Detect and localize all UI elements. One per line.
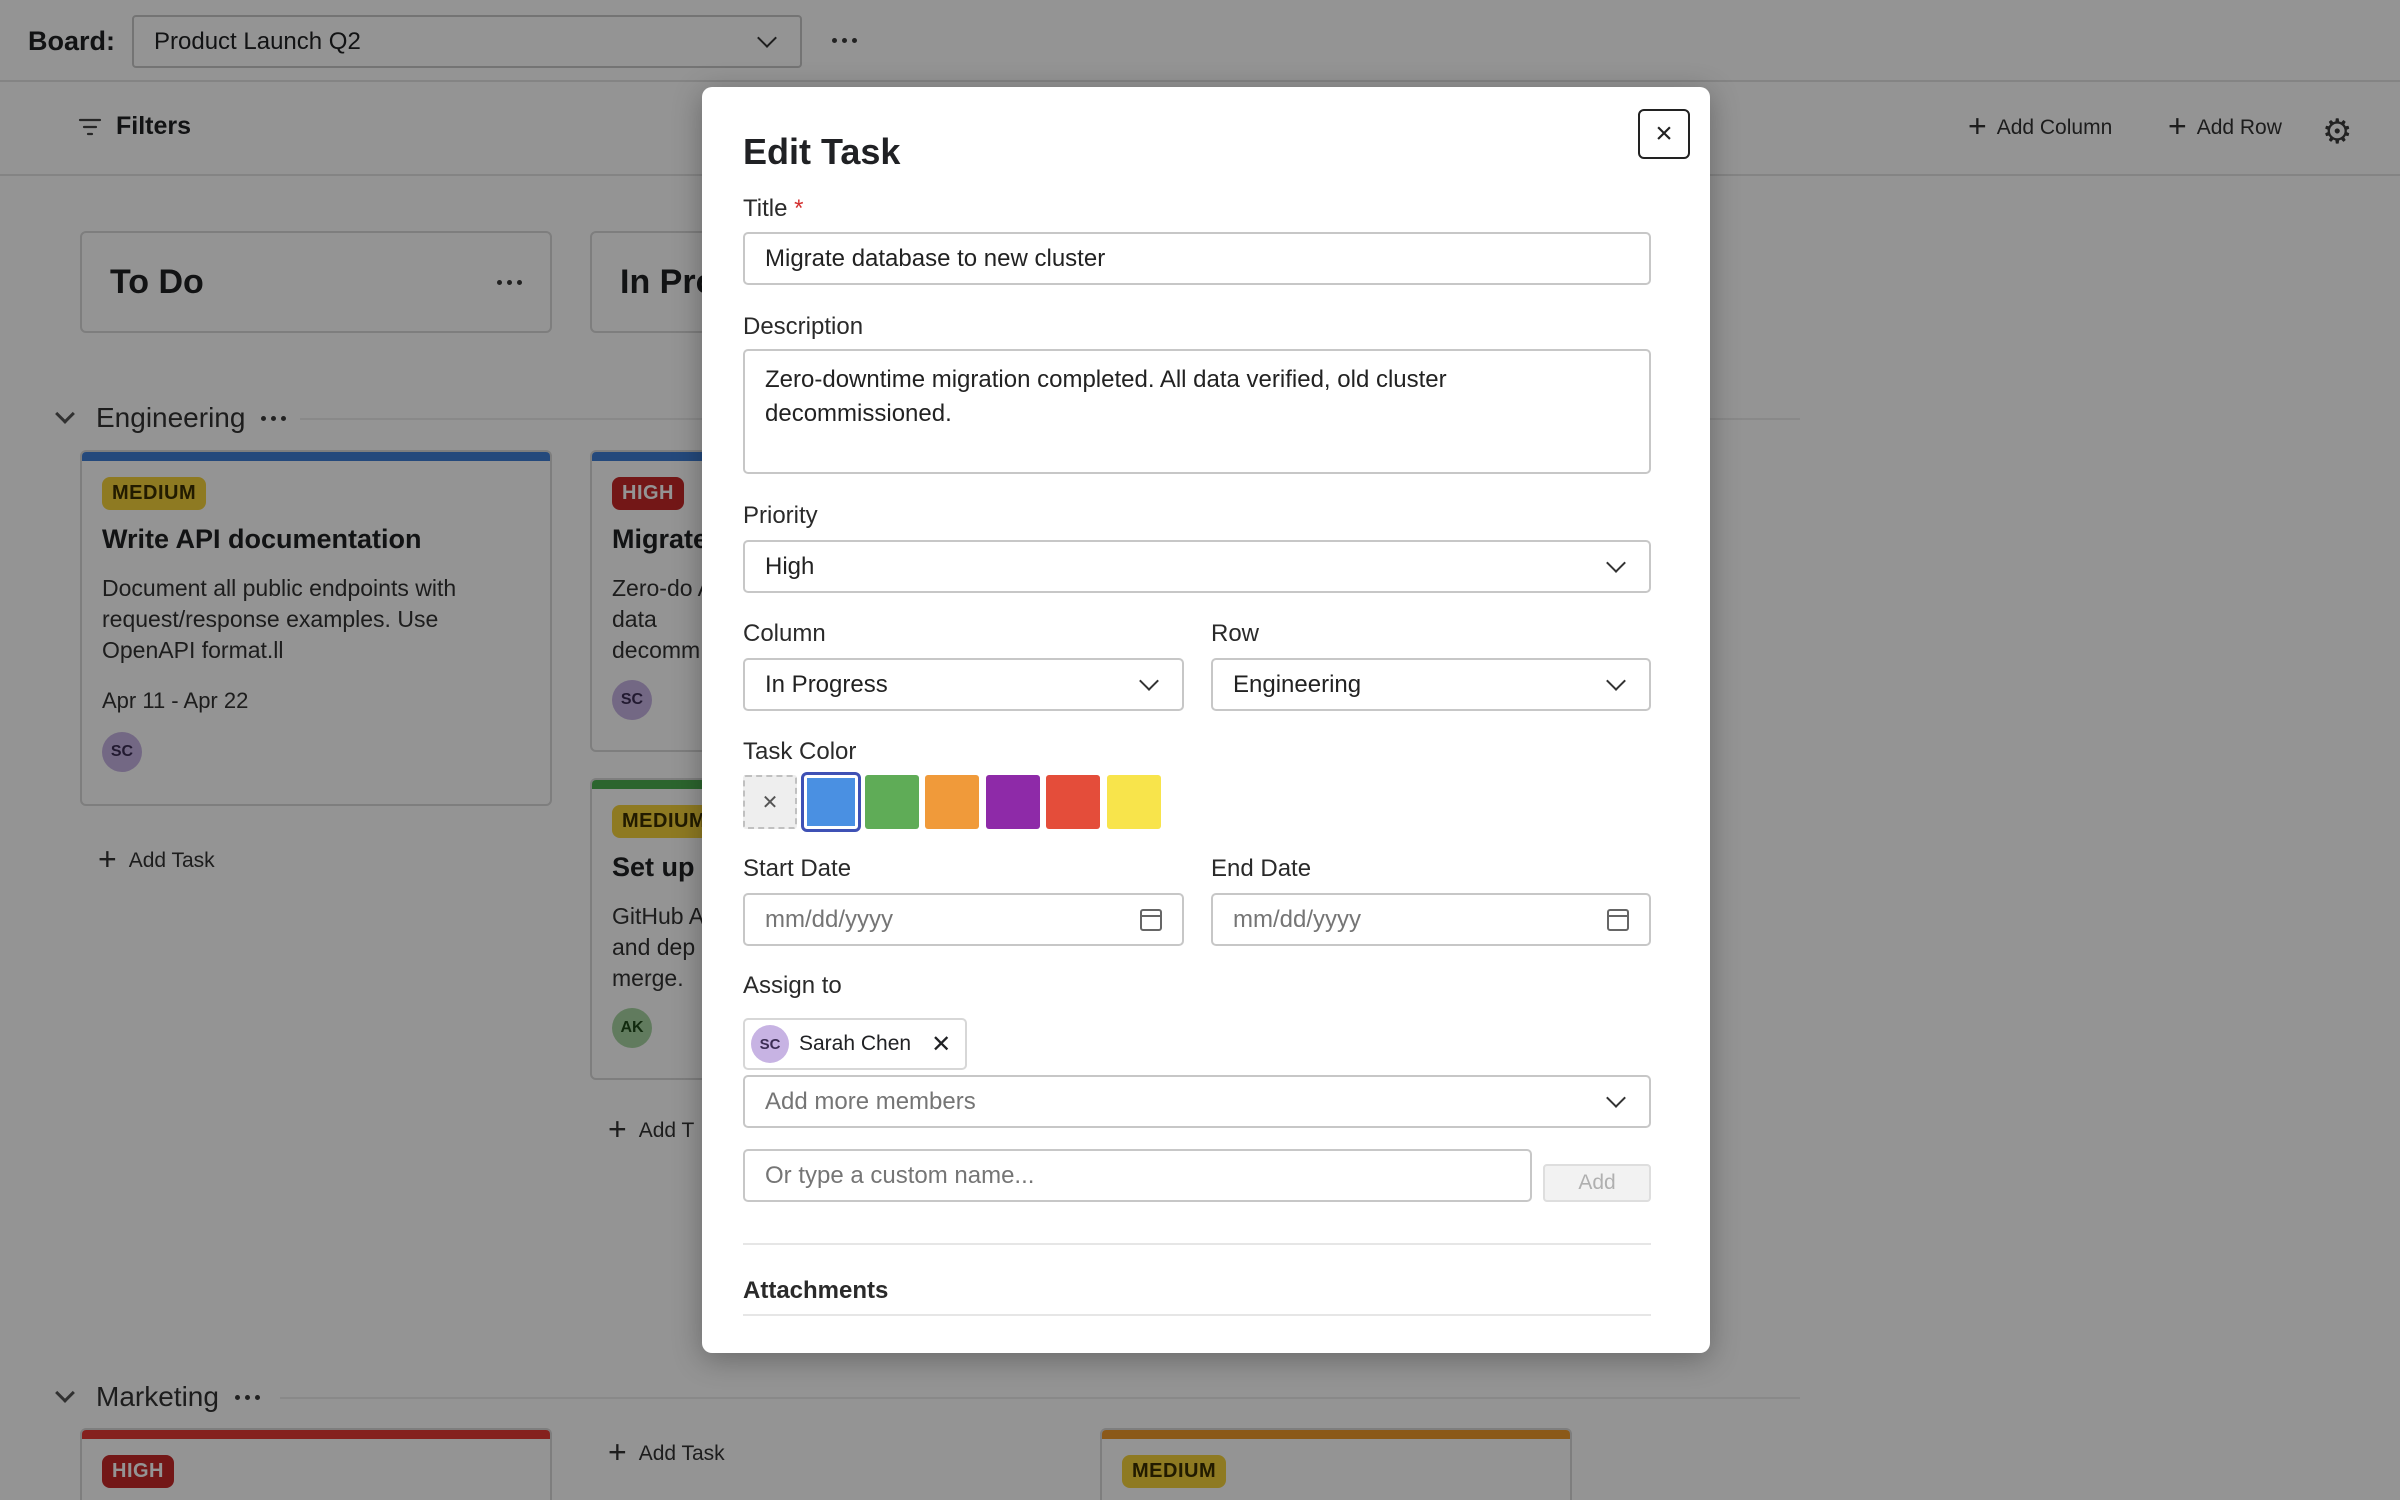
edit-task-modal: Edit Task × Title * Migrate database to …: [702, 87, 1710, 1353]
row-select-value: Engineering: [1233, 670, 1362, 698]
assign-to-label: Assign to: [743, 972, 842, 999]
remove-icon[interactable]: ✕: [931, 1030, 951, 1059]
required-mark: *: [794, 195, 804, 222]
add-members-select[interactable]: Add more members: [743, 1075, 1651, 1128]
avatar: SC: [751, 1025, 789, 1063]
custom-name-placeholder: Or type a custom name...: [765, 1161, 1035, 1189]
column-label: Column: [743, 620, 826, 647]
description-label: Description: [743, 313, 864, 340]
end-date-input[interactable]: mm/dd/yyyy: [1211, 893, 1651, 946]
divider: [743, 1243, 1651, 1245]
start-date-input[interactable]: mm/dd/yyyy: [743, 893, 1184, 946]
priority-select-value: High: [765, 552, 815, 580]
row-select[interactable]: Engineering: [1211, 658, 1651, 711]
color-swatch[interactable]: [801, 772, 861, 832]
end-date-label: End Date: [1211, 855, 1312, 882]
start-date-placeholder: mm/dd/yyyy: [765, 905, 894, 933]
assignee-chip: SC Sarah Chen ✕: [743, 1018, 968, 1070]
title-input-value: Migrate database to new cluster: [765, 244, 1106, 272]
chevron-down-icon: [1139, 670, 1159, 691]
start-date-label: Start Date: [743, 855, 852, 882]
description-value: Zero-downtime migration completed. All d…: [765, 366, 1447, 427]
calendar-icon[interactable]: [1140, 908, 1162, 931]
add-members-placeholder: Add more members: [765, 1087, 976, 1115]
chevron-down-icon: [1606, 670, 1626, 691]
calendar-icon[interactable]: [1607, 908, 1629, 931]
title-label: Title *: [743, 195, 804, 222]
column-select[interactable]: In Progress: [743, 658, 1184, 711]
title-input[interactable]: Migrate database to new cluster: [743, 232, 1651, 285]
row-label: Row: [1211, 620, 1260, 647]
color-swatch[interactable]: [986, 775, 1040, 829]
chevron-down-icon: [1606, 1087, 1626, 1108]
color-swatch[interactable]: [1107, 775, 1161, 829]
assignee-name: Sarah Chen: [799, 1032, 912, 1055]
color-swatch[interactable]: [865, 775, 919, 829]
attachments-label: Attachments: [743, 1277, 889, 1304]
divider: [743, 1314, 1651, 1316]
no-color-swatch[interactable]: ✕: [743, 775, 797, 829]
color-swatch[interactable]: [925, 775, 979, 829]
modal-title: Edit Task: [743, 131, 901, 172]
custom-name-input[interactable]: Or type a custom name...: [743, 1149, 1532, 1202]
priority-select[interactable]: High: [743, 540, 1651, 593]
color-swatch[interactable]: [1046, 775, 1100, 829]
end-date-placeholder: mm/dd/yyyy: [1233, 905, 1362, 933]
column-select-value: In Progress: [765, 670, 888, 698]
task-color-label: Task Color: [743, 738, 857, 765]
priority-label: Priority: [743, 502, 818, 529]
chevron-down-icon: [1606, 552, 1626, 573]
close-icon[interactable]: ×: [1638, 109, 1690, 159]
description-textarea[interactable]: Zero-downtime migration completed. All d…: [743, 349, 1651, 474]
add-member-button[interactable]: Add: [1543, 1164, 1651, 1202]
